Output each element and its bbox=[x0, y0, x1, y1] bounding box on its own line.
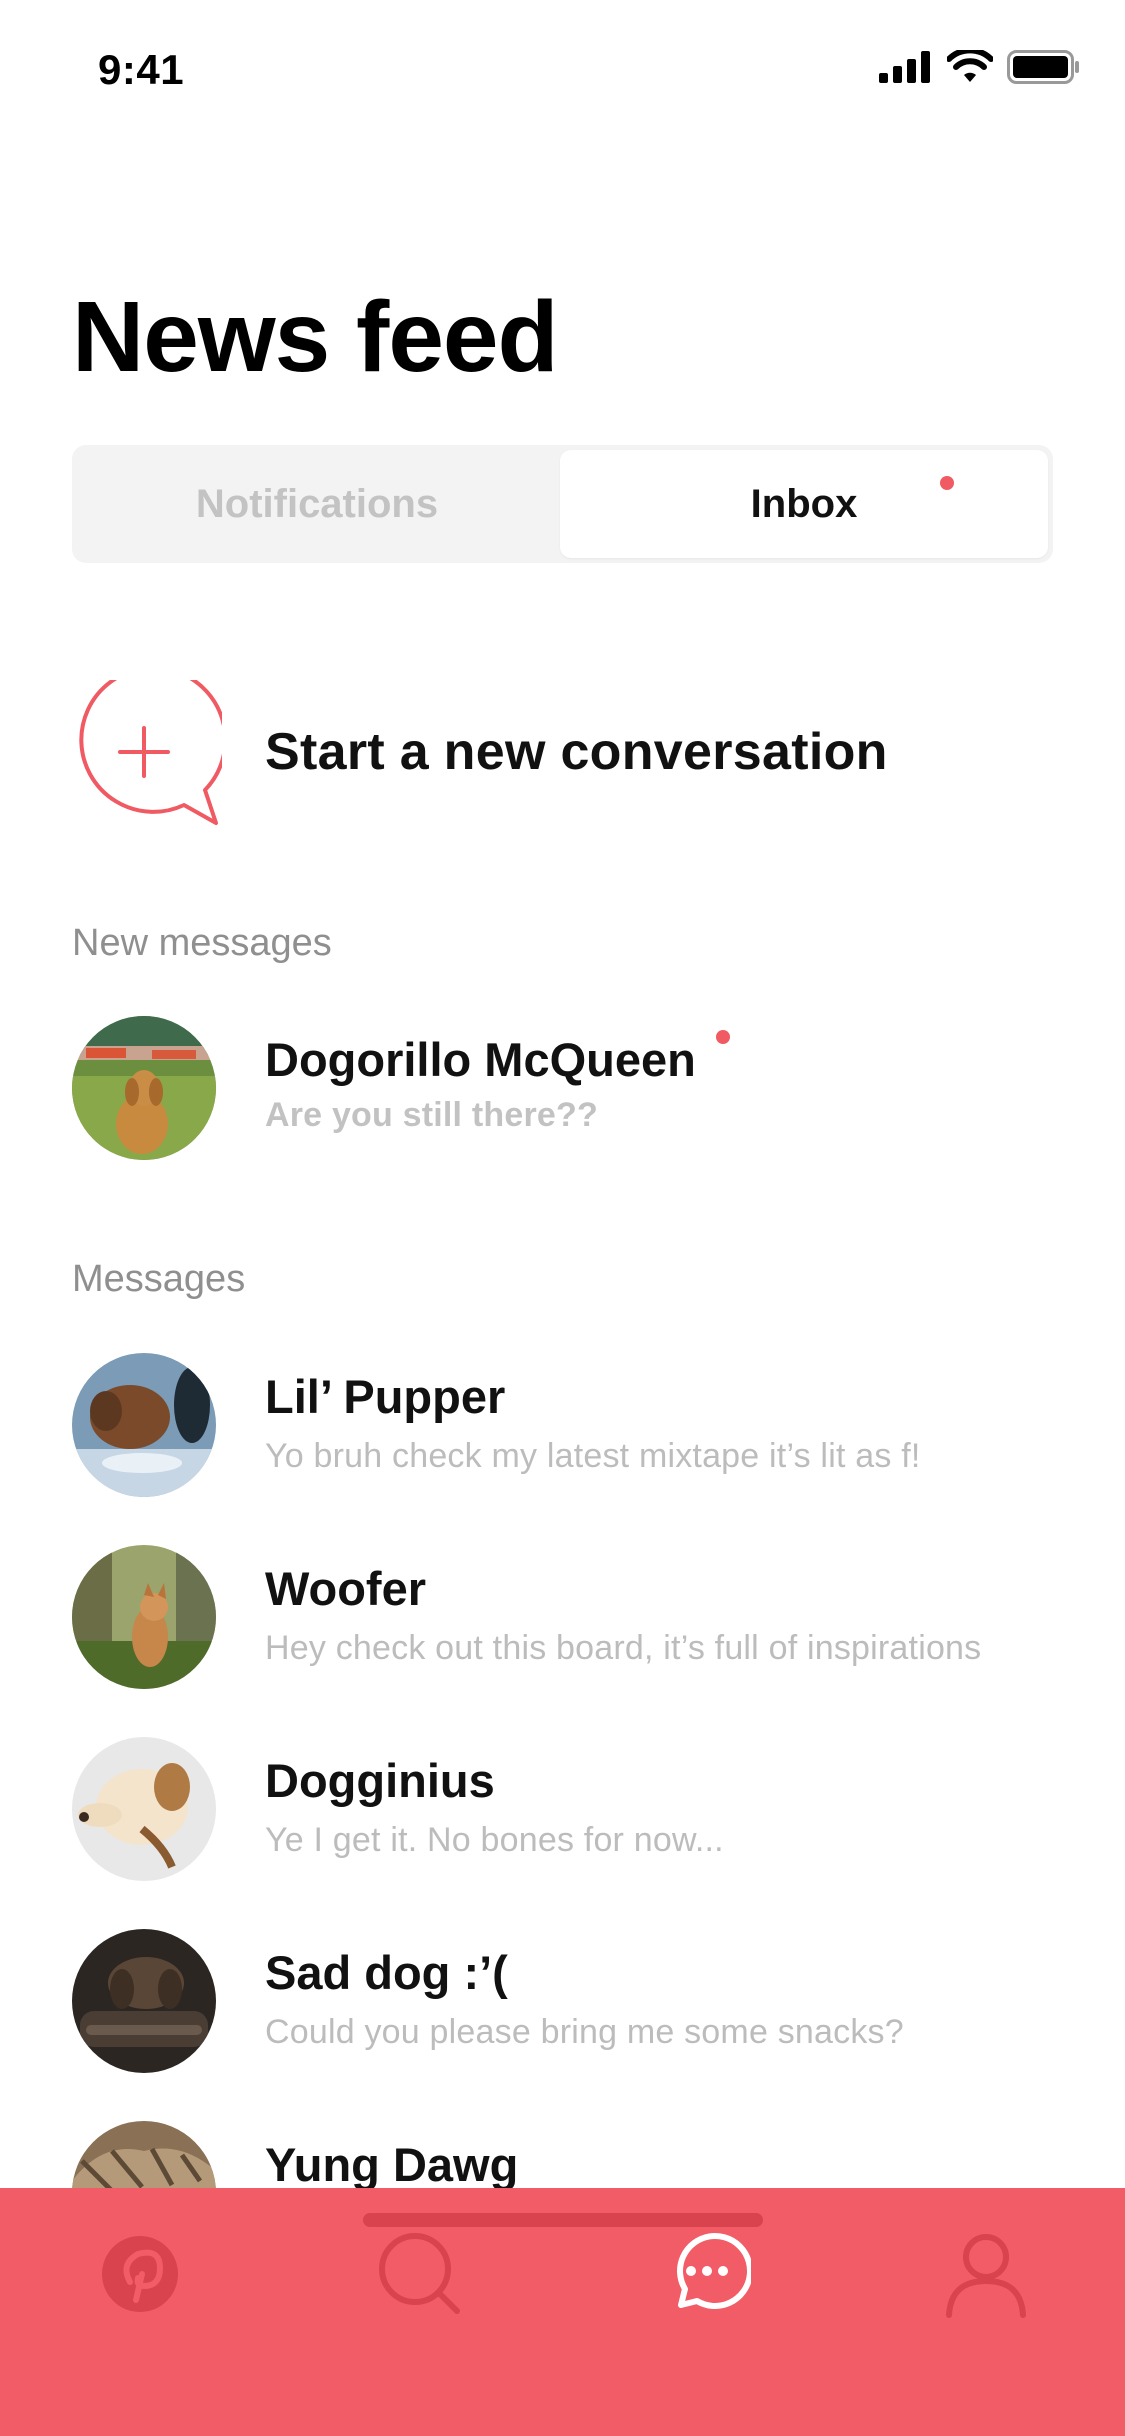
segmented-control: Notifications Inbox bbox=[72, 445, 1053, 563]
status-icons bbox=[879, 50, 1081, 84]
contact-name: Woofer bbox=[265, 1562, 427, 1615]
start-conversation-button[interactable]: Start a new conversation bbox=[72, 680, 972, 830]
status-time: 9:41 bbox=[98, 46, 185, 93]
inbox-screen: 9:41 News feed Notifications Inbox Start… bbox=[0, 0, 1125, 2436]
list-item[interactable]: Lil’ Pupper Yo bruh check my latest mixt… bbox=[72, 1353, 1112, 1498]
contact-name: Sad dog :’( bbox=[265, 1946, 508, 1999]
tab-inbox-label: Inbox bbox=[750, 481, 858, 526]
section-header-messages: Messages bbox=[72, 1258, 246, 1300]
list-item[interactable]: Sad dog :’( Could you please bring me so… bbox=[72, 1929, 1112, 2074]
tab-profile[interactable] bbox=[936, 2224, 1036, 2324]
contact-name: Lil’ Pupper bbox=[265, 1370, 506, 1423]
list-item[interactable]: Woofer Hey check out this board, it’s fu… bbox=[72, 1545, 1112, 1690]
contact-name: Yung Dawg bbox=[265, 2138, 519, 2191]
wifi-icon bbox=[947, 50, 993, 82]
tab-notifications-label: Notifications bbox=[195, 481, 439, 526]
tab-home[interactable] bbox=[90, 2224, 190, 2324]
tab-notifications[interactable]: Notifications bbox=[72, 445, 562, 563]
new-conversation-icon bbox=[79, 680, 222, 825]
message-preview: Could you please bring me some snacks? bbox=[265, 2013, 904, 2051]
chat-bubble-icon bbox=[677, 2233, 751, 2309]
inbox-unread-dot bbox=[940, 476, 954, 490]
tab-search[interactable] bbox=[370, 2224, 470, 2324]
list-item[interactable]: Dogorillo McQueen Are you still there?? bbox=[72, 1016, 1112, 1161]
message-preview: Yo bruh check my latest mixtape it’s lit… bbox=[265, 1437, 921, 1475]
pinterest-icon bbox=[102, 2236, 178, 2312]
status-bar: 9:41 bbox=[0, 0, 1125, 132]
message-preview: Ye I get it. No bones for now... bbox=[265, 1821, 724, 1859]
search-icon bbox=[379, 2233, 460, 2314]
avatar bbox=[72, 1545, 216, 1689]
page-title: News feed bbox=[72, 281, 559, 393]
home-indicator bbox=[363, 2213, 763, 2227]
start-conversation-label: Start a new conversation bbox=[265, 723, 888, 781]
avatar bbox=[72, 1737, 216, 1881]
message-preview: Are you still there?? bbox=[265, 1096, 598, 1134]
section-header-new-messages: New messages bbox=[72, 922, 332, 964]
avatar bbox=[72, 1016, 216, 1160]
avatar bbox=[72, 1353, 216, 1497]
list-item[interactable]: Dogginius Ye I get it. No bones for now.… bbox=[72, 1737, 1112, 1882]
contact-name: Dogginius bbox=[265, 1754, 495, 1807]
tab-messages[interactable] bbox=[656, 2224, 756, 2324]
avatar bbox=[72, 1929, 216, 2073]
contact-name: Dogorillo McQueen bbox=[265, 1033, 696, 1086]
unread-dot bbox=[716, 1030, 730, 1044]
battery-icon bbox=[1007, 50, 1079, 84]
profile-icon bbox=[946, 2234, 1026, 2318]
cellular-signal-icon bbox=[879, 51, 930, 83]
tab-inbox[interactable]: Inbox bbox=[560, 450, 1048, 558]
message-preview: Hey check out this board, it’s full of i… bbox=[265, 1629, 982, 1667]
